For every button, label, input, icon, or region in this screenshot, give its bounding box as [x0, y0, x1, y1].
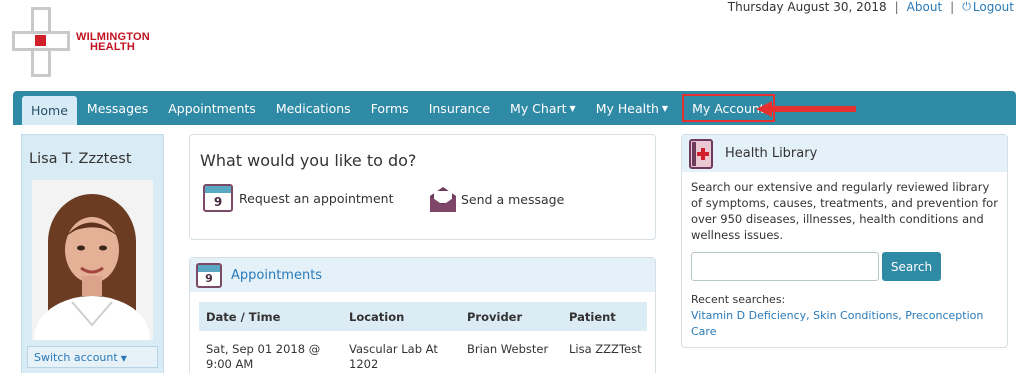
profile-photo: [32, 180, 153, 340]
appointments-panel: 9 Appointments Date / Time Location Prov…: [189, 257, 656, 373]
wilmington-health-logo[interactable]: WILMINGTON HEALTH: [12, 2, 156, 82]
cell-provider: Brian Webster: [467, 342, 549, 356]
request-appointment-action[interactable]: 9 Request an appointment: [203, 184, 393, 212]
quick-actions-title: What would you like to do?: [200, 151, 417, 170]
recent-searches-links[interactable]: Vitamin D Deficiency, Skin Conditions, P…: [691, 308, 991, 340]
search-button[interactable]: Search: [882, 252, 941, 281]
logout-link[interactable]: Logout: [973, 0, 1014, 14]
red-arrow-annotation: [756, 101, 856, 117]
send-message-action[interactable]: Send a message: [428, 184, 564, 214]
health-library-panel: Health Library Search our extensive and …: [681, 134, 1008, 348]
calendar-icon: 9: [203, 184, 233, 212]
nav-medications[interactable]: Medications: [266, 91, 361, 125]
caret-down-icon: ▼: [569, 103, 576, 113]
calendar-day: 9: [205, 271, 213, 285]
cell-location: Vascular Lab At 1202: [349, 342, 438, 371]
column-header: Location: [349, 309, 405, 324]
logo-text-line2: HEALTH: [90, 41, 135, 53]
power-icon: ⏻: [962, 0, 971, 13]
switch-account-label: Switch account: [34, 351, 118, 364]
calendar-icon: 9: [196, 262, 222, 288]
cell-date: Sat, Sep 01 2018 @ 9:00 AM: [206, 342, 321, 371]
nav-my-health-label: My Health: [595, 100, 659, 116]
switch-account-button[interactable]: Switch account ▼: [27, 346, 158, 368]
top-bar: Thursday August 30, 2018 | About | ⏻ Log…: [728, 0, 1014, 14]
health-library-search-input[interactable]: [691, 252, 879, 281]
health-library-description: Search our extensive and regularly revie…: [691, 180, 998, 242]
nav-my-chart[interactable]: My Chart ▼: [500, 91, 586, 125]
cross-logo-icon: [12, 7, 70, 77]
main-nav: Home Messages Appointments Medications F…: [13, 91, 1016, 125]
envelope-icon: [430, 187, 456, 212]
quick-actions-panel: What would you like to do? 9 Request an …: [189, 134, 656, 240]
profile-name: Lisa T. Zzztest: [29, 151, 132, 167]
nav-my-chart-label: My Chart: [510, 100, 567, 116]
nav-home[interactable]: Home: [22, 96, 77, 125]
nav-insurance[interactable]: Insurance: [419, 91, 500, 125]
nav-messages[interactable]: Messages: [77, 91, 158, 125]
table-row[interactable]: Sat, Sep 01 2018 @ 9:00 AM Vascular Lab …: [199, 342, 647, 372]
nav-appointments[interactable]: Appointments: [158, 91, 266, 125]
caret-down-icon: ▼: [661, 103, 669, 113]
nav-forms[interactable]: Forms: [361, 91, 419, 125]
request-appointment-link[interactable]: Request an appointment: [239, 191, 393, 206]
column-header: Patient: [569, 309, 616, 324]
health-library-title: Health Library: [725, 146, 818, 161]
column-header: Provider: [467, 309, 523, 324]
calendar-day: 9: [213, 195, 223, 209]
caret-down-icon: ▼: [120, 354, 127, 363]
column-header: Date / Time: [206, 309, 281, 324]
recent-searches-label: Recent searches:: [691, 293, 786, 306]
appointments-title[interactable]: Appointments: [231, 268, 322, 283]
nav-my-health[interactable]: My Health ▼: [586, 91, 678, 125]
separator: |: [894, 0, 899, 14]
separator: |: [950, 0, 955, 14]
send-message-link[interactable]: Send a message: [461, 192, 564, 207]
current-date: Thursday August 30, 2018: [727, 0, 887, 14]
table-header: Date / Time Location Provider Patient: [199, 302, 647, 331]
profile-panel: Lisa T. Zzztest Switch account ▼: [21, 134, 164, 373]
cell-patient: Lisa ZZZTest: [569, 342, 642, 356]
health-library-header: Health Library: [682, 135, 1007, 172]
medical-book-icon: [689, 138, 713, 169]
avatar: [32, 180, 153, 340]
appointments-header: 9 Appointments: [190, 258, 655, 292]
about-link[interactable]: About: [907, 0, 942, 14]
